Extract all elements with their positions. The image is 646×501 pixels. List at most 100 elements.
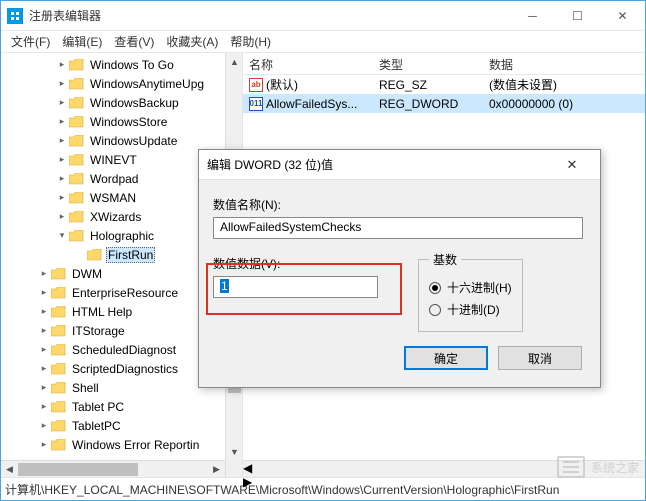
folder-icon bbox=[51, 400, 67, 414]
window-title: 注册表编辑器 bbox=[29, 7, 101, 24]
tree-item-label: Shell bbox=[70, 381, 101, 395]
expander-icon[interactable]: ▾ bbox=[55, 230, 69, 241]
expander-icon[interactable]: ▸ bbox=[37, 325, 51, 336]
tree-item-label: ITStorage bbox=[70, 324, 127, 338]
tree-item-label: Windows Error Reportin bbox=[70, 438, 201, 452]
cancel-button[interactable]: 取消 bbox=[498, 346, 582, 370]
window-controls: ─ ☐ ✕ bbox=[510, 1, 645, 31]
folder-icon bbox=[51, 343, 67, 357]
expander-icon[interactable]: ▸ bbox=[37, 268, 51, 279]
tree-item[interactable]: ▸ Tablet PC bbox=[1, 397, 242, 416]
scroll-left-arrow-icon[interactable]: ◀ bbox=[243, 461, 645, 475]
column-data[interactable]: 数据 bbox=[483, 53, 645, 74]
radio-hex[interactable]: 十六进制(H) bbox=[429, 279, 512, 296]
folder-icon bbox=[69, 229, 85, 243]
folder-icon bbox=[51, 286, 67, 300]
expander-icon[interactable]: ▸ bbox=[37, 363, 51, 374]
expander-icon[interactable]: ▸ bbox=[55, 97, 69, 108]
scroll-down-arrow-icon[interactable]: ▼ bbox=[226, 443, 243, 460]
dialog-body: 数值名称(N): AllowFailedSystemChecks 数值数据(V)… bbox=[199, 180, 600, 382]
scroll-left-arrow-icon[interactable]: ◀ bbox=[1, 461, 18, 477]
folder-icon bbox=[69, 172, 85, 186]
menu-edit[interactable]: 编辑(E) bbox=[58, 31, 106, 52]
expander-icon[interactable]: ▸ bbox=[37, 306, 51, 317]
tree-item-label: ScriptedDiagnostics bbox=[70, 362, 180, 376]
expander-icon[interactable]: ▸ bbox=[55, 116, 69, 127]
close-button[interactable]: ✕ bbox=[600, 1, 645, 31]
radio-dec[interactable]: 十进制(D) bbox=[429, 301, 512, 318]
scroll-up-arrow-icon[interactable]: ▲ bbox=[226, 53, 243, 70]
radio-icon bbox=[429, 282, 441, 294]
tree-item-label: XWizards bbox=[88, 210, 143, 224]
tree-item-label: EnterpriseResource bbox=[70, 286, 180, 300]
list-horizontal-scrollbar[interactable]: ◀ ▶ bbox=[243, 460, 645, 477]
value-list: ab(默认)REG_SZ(数值未设置)011AllowFailedSys...R… bbox=[243, 75, 645, 113]
expander-icon[interactable]: ▸ bbox=[37, 401, 51, 412]
base-fieldset: 基数 十六进制(H) 十进制(D) bbox=[418, 251, 523, 332]
folder-icon bbox=[69, 115, 85, 129]
column-headers: 名称 类型 数据 bbox=[243, 53, 645, 75]
base-legend: 基数 bbox=[429, 251, 461, 268]
regedit-icon bbox=[7, 8, 23, 24]
value-data-input[interactable]: 1 bbox=[213, 276, 378, 298]
value-data-label: 数值数据(V): bbox=[213, 255, 398, 272]
tree-item-label: WINEVT bbox=[88, 153, 139, 167]
folder-icon bbox=[69, 134, 85, 148]
tree-item-label: Holographic bbox=[88, 229, 156, 243]
menu-view[interactable]: 查看(V) bbox=[110, 31, 158, 52]
tree-item[interactable]: ▸WindowsAnytimeUpg bbox=[1, 74, 242, 93]
value-name: AllowFailedSys... bbox=[266, 97, 357, 111]
expander-icon[interactable]: ▸ bbox=[37, 287, 51, 298]
value-data: (数值未设置) bbox=[483, 75, 645, 94]
column-name[interactable]: 名称 bbox=[243, 53, 373, 74]
scroll-thumb[interactable] bbox=[18, 463, 138, 476]
tree-item-label: Tablet PC bbox=[70, 400, 126, 414]
folder-icon bbox=[51, 419, 67, 433]
scroll-right-arrow-icon[interactable]: ▶ bbox=[208, 461, 225, 477]
value-name-text: AllowFailedSystemChecks bbox=[220, 220, 361, 234]
menu-file[interactable]: 文件(F) bbox=[7, 31, 54, 52]
expander-icon[interactable]: ▸ bbox=[37, 420, 51, 431]
tree-item[interactable]: ▸WindowsBackup bbox=[1, 93, 242, 112]
expander-icon[interactable]: ▸ bbox=[55, 173, 69, 184]
radio-dec-label: 十进制(D) bbox=[447, 301, 500, 318]
expander-icon[interactable]: ▸ bbox=[55, 78, 69, 89]
tree-item-label: WSMAN bbox=[88, 191, 138, 205]
value-name-label: 数值名称(N): bbox=[213, 196, 586, 213]
value-row[interactable]: 011AllowFailedSys...REG_DWORD0x00000000 … bbox=[243, 94, 645, 113]
expander-icon[interactable]: ▸ bbox=[55, 59, 69, 70]
folder-icon bbox=[87, 248, 103, 262]
tree-item[interactable]: ▸WindowsStore bbox=[1, 112, 242, 131]
expander-icon[interactable]: ▸ bbox=[55, 192, 69, 203]
dialog-close-button[interactable]: ✕ bbox=[552, 157, 592, 173]
column-type[interactable]: 类型 bbox=[373, 53, 483, 74]
folder-icon bbox=[51, 305, 67, 319]
tree-item-label: Wordpad bbox=[88, 172, 140, 186]
tree-horizontal-scrollbar[interactable]: ◀ ▶ bbox=[1, 460, 225, 477]
scroll-right-arrow-icon[interactable]: ▶ bbox=[243, 475, 645, 489]
titlebar: 注册表编辑器 ─ ☐ ✕ bbox=[1, 1, 645, 31]
folder-icon bbox=[51, 438, 67, 452]
tree-item[interactable]: ▸WindowsUpdate bbox=[1, 131, 242, 150]
tree-item[interactable]: ▸ Windows Error Reportin bbox=[1, 435, 242, 454]
expander-icon[interactable]: ▸ bbox=[37, 344, 51, 355]
value-name-input[interactable]: AllowFailedSystemChecks bbox=[213, 217, 583, 239]
expander-icon[interactable]: ▸ bbox=[55, 154, 69, 165]
expander-icon[interactable]: ▸ bbox=[55, 211, 69, 222]
tree-item[interactable]: ▸Windows To Go bbox=[1, 55, 242, 74]
folder-icon bbox=[51, 324, 67, 338]
dialog-title: 编辑 DWORD (32 位)值 bbox=[207, 156, 333, 173]
folder-icon bbox=[69, 153, 85, 167]
expander-icon[interactable]: ▸ bbox=[37, 382, 51, 393]
tree-item-label: ScheduledDiagnost bbox=[70, 343, 178, 357]
value-row[interactable]: ab(默认)REG_SZ(数值未设置) bbox=[243, 75, 645, 94]
maximize-button[interactable]: ☐ bbox=[555, 1, 600, 31]
expander-icon[interactable]: ▸ bbox=[37, 439, 51, 450]
expander-icon[interactable]: ▸ bbox=[55, 135, 69, 146]
ok-button[interactable]: 确定 bbox=[404, 346, 488, 370]
minimize-button[interactable]: ─ bbox=[510, 1, 555, 31]
menu-favorites[interactable]: 收藏夹(A) bbox=[162, 31, 222, 52]
menu-help[interactable]: 帮助(H) bbox=[226, 31, 275, 52]
dialog-titlebar: 编辑 DWORD (32 位)值 ✕ bbox=[199, 150, 600, 180]
tree-item[interactable]: ▸TabletPC bbox=[1, 416, 242, 435]
